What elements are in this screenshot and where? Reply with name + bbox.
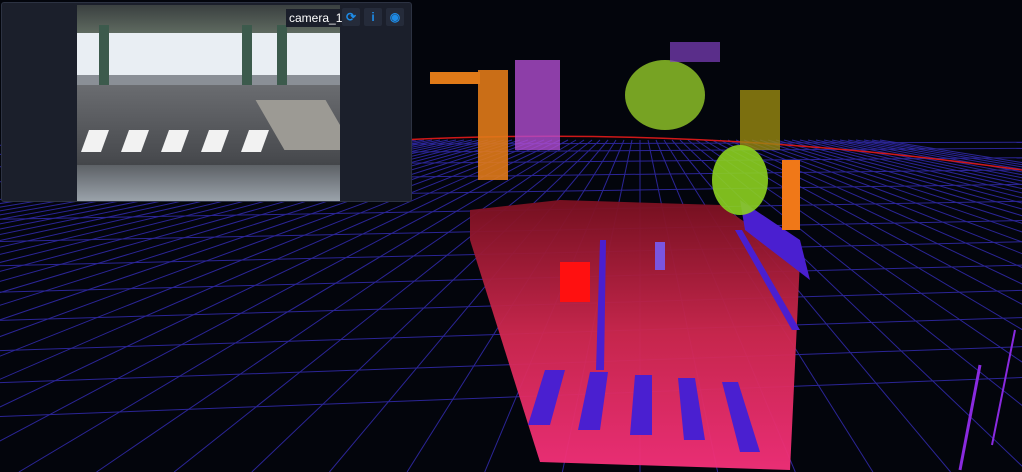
info-icon: i (371, 10, 375, 24)
grid-line (839, 139, 1022, 176)
grid-line (0, 377, 1022, 418)
refresh-button[interactable]: ⟳ (342, 8, 360, 26)
grid-line (879, 139, 1022, 164)
camera-panel: camera_1 ⟳ i ◉ (1, 2, 412, 202)
grid-line (871, 139, 1022, 166)
visibility-button[interactable]: ◉ (386, 8, 404, 26)
grid-line (863, 139, 1022, 168)
info-button[interactable]: i (364, 8, 382, 26)
grid-line (791, 139, 1022, 199)
grid-line (783, 139, 1022, 204)
camera-image[interactable] (77, 5, 340, 201)
eye-icon: ◉ (389, 10, 401, 24)
camera-label: camera_1 (286, 9, 346, 27)
refresh-icon: ⟳ (345, 10, 357, 24)
